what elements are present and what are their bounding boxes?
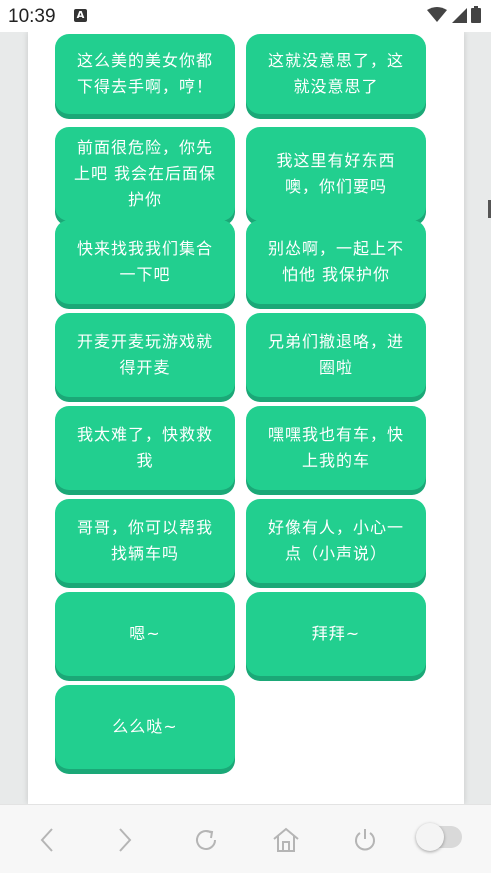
status-bar: 10:39 A bbox=[0, 0, 491, 32]
phrase-button[interactable]: 这么美的美女你都下得去手啊，哼！ bbox=[55, 34, 235, 114]
power-button[interactable] bbox=[348, 823, 382, 857]
phrase-button[interactable]: 开麦开麦玩游戏就得开麦 bbox=[55, 313, 235, 397]
system-icons bbox=[427, 6, 481, 23]
power-icon bbox=[355, 829, 375, 851]
signal-icon bbox=[452, 7, 467, 23]
phrase-grid: 这么美的美女你都下得去手啊，哼！ 这就没意思了，这就没意思了 前面很危险，你先上… bbox=[55, 34, 426, 769]
phrase-button[interactable]: 我这里有好东西噢，你们要吗 bbox=[246, 127, 426, 221]
phrase-button[interactable]: 别怂啊，一起上不怕他 我保护你 bbox=[246, 220, 426, 304]
forward-button[interactable] bbox=[108, 823, 142, 857]
phrase-button[interactable]: 嗯~ bbox=[55, 592, 235, 676]
battery-icon bbox=[471, 6, 481, 23]
status-time: 10:39 bbox=[8, 6, 56, 27]
phrase-button[interactable]: 哥哥，你可以帮我找辆车吗 bbox=[55, 499, 235, 583]
phrase-button[interactable]: 快来找我我们集合一下吧 bbox=[55, 220, 235, 304]
notification-icon: A bbox=[74, 9, 87, 22]
back-button[interactable] bbox=[30, 823, 64, 857]
back-icon bbox=[40, 828, 53, 852]
refresh-icon bbox=[196, 830, 216, 850]
phrase-button[interactable]: 我太难了，快救救我 bbox=[55, 406, 235, 490]
phrase-button[interactable]: 么么哒~ bbox=[55, 685, 235, 769]
home-icon bbox=[273, 827, 299, 852]
phrase-button[interactable]: 嘿嘿我也有车，快上我的车 bbox=[246, 406, 426, 490]
toggle-switch[interactable] bbox=[416, 823, 462, 851]
home-button[interactable] bbox=[269, 823, 303, 857]
phrase-button[interactable]: 拜拜~ bbox=[246, 592, 426, 676]
phrase-button[interactable]: 兄弟们撤退咯，进圈啦 bbox=[246, 313, 426, 397]
phrase-button[interactable]: 这就没意思了，这就没意思了 bbox=[246, 34, 426, 114]
refresh-button[interactable] bbox=[189, 823, 223, 857]
wifi-icon bbox=[427, 6, 447, 22]
phrase-button[interactable]: 好像有人，小心一点（小声说） bbox=[246, 499, 426, 583]
phrase-button[interactable]: 前面很危险，你先上吧 我会在后面保护你 bbox=[55, 127, 235, 221]
toggle-knob bbox=[416, 823, 444, 851]
forward-icon bbox=[119, 828, 132, 852]
